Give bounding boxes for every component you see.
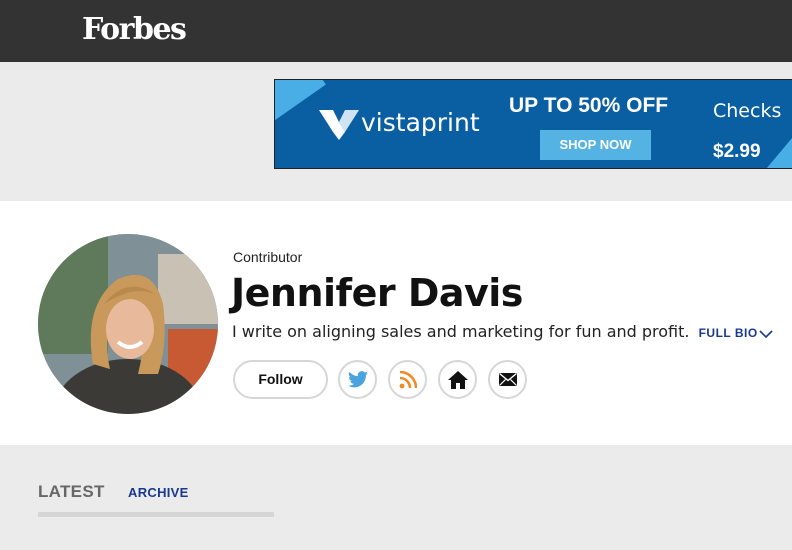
home-icon	[447, 370, 468, 389]
site-header: Forbes	[0, 0, 792, 62]
email-button[interactable]	[488, 360, 527, 399]
vistaprint-ad-banner[interactable]: vistaprint UP TO 50% OFF SHOP NOW Checks…	[274, 79, 792, 169]
rss-icon	[399, 370, 417, 388]
ad-shop-now-button[interactable]: SHOP NOW	[540, 130, 651, 160]
tab-archive[interactable]: ARCHIVE	[128, 485, 189, 500]
author-avatar	[38, 234, 218, 414]
author-photo	[38, 234, 218, 414]
homepage-button[interactable]	[438, 360, 477, 399]
ad-price: $2.99	[713, 141, 761, 162]
author-bio-text: I write on aligning sales and marketing …	[232, 322, 690, 341]
tab-latest[interactable]: LATEST	[38, 482, 105, 502]
ad-brand-name: vistaprint	[361, 108, 480, 137]
chevron-down-icon	[759, 330, 773, 338]
forbes-logo[interactable]: Forbes	[82, 12, 187, 47]
author-name: Jennifer Davis	[231, 271, 523, 315]
author-profile-card: Contributor Jennifer Davis I write on al…	[0, 201, 792, 445]
tab-underline	[38, 512, 274, 517]
follow-button[interactable]: Follow	[233, 360, 328, 399]
article-tabs: LATEST ARCHIVE	[0, 445, 792, 550]
full-bio-label: FULL BIO	[698, 326, 758, 340]
ad-decor-stripe	[758, 132, 792, 168]
mail-icon	[498, 373, 517, 386]
twitter-button[interactable]	[338, 360, 377, 399]
ad-headline: UP TO 50% OFF	[509, 94, 669, 117]
full-bio-link[interactable]: FULL BIO	[699, 326, 773, 340]
vistaprint-logo-icon	[319, 110, 359, 140]
author-bio: I write on aligning sales and marketing …	[232, 322, 773, 341]
ad-product: Checks	[713, 100, 782, 122]
rss-button[interactable]	[388, 360, 427, 399]
twitter-icon	[347, 371, 368, 388]
author-role: Contributor	[233, 249, 303, 265]
